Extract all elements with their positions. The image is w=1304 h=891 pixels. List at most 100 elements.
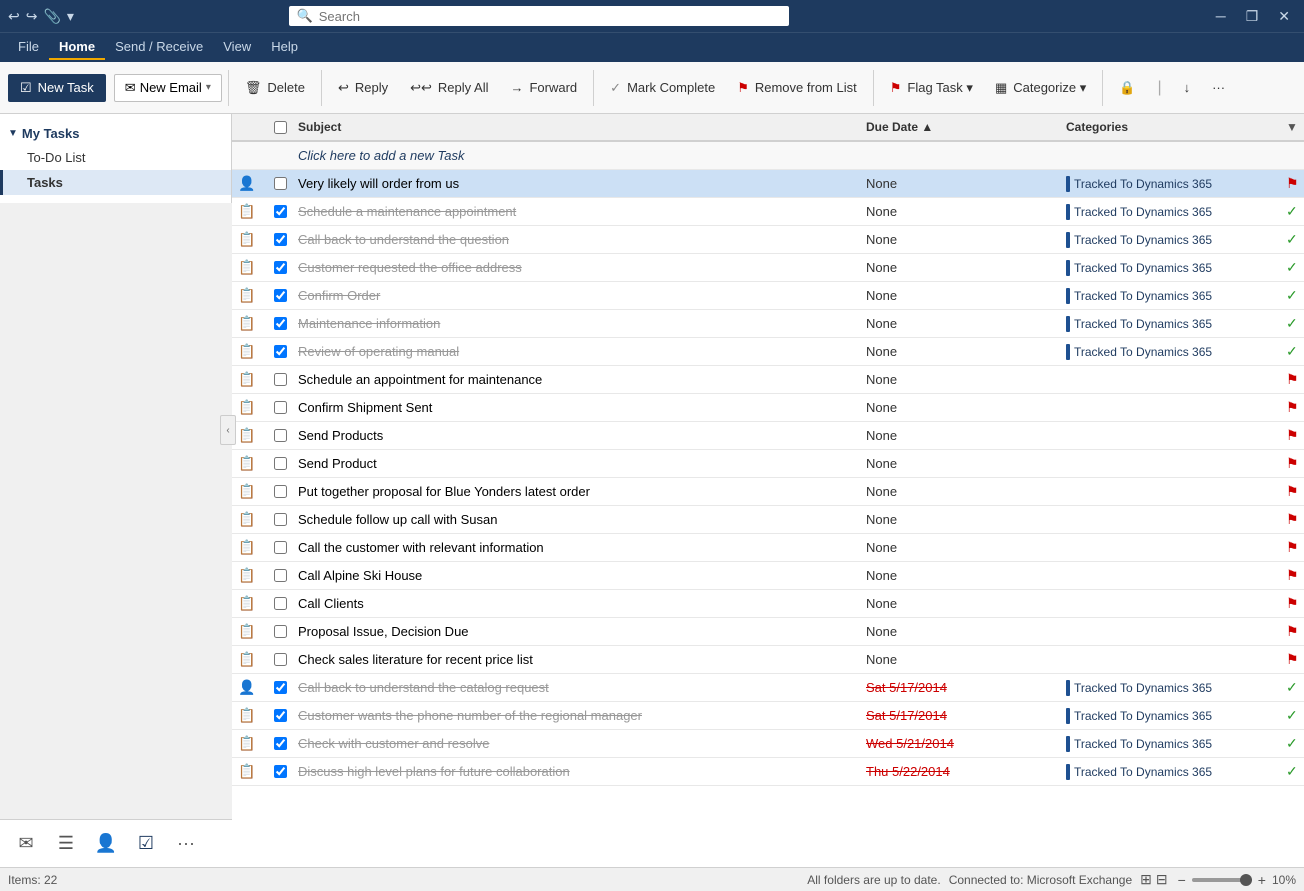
sidebar-collapse-button[interactable]: ‹ — [220, 415, 236, 445]
task-flag-cell[interactable]: ⚑ — [1280, 172, 1304, 195]
header-categories-col[interactable]: Categories — [1060, 118, 1280, 136]
task-flag-cell[interactable]: ✓ — [1280, 256, 1304, 279]
add-new-task-row[interactable]: Click here to add a new Task — [232, 142, 1304, 170]
task-checkbox[interactable] — [274, 569, 287, 582]
task-checkbox[interactable] — [274, 345, 287, 358]
task-row[interactable]: 📋Review of operating manualNoneTracked T… — [232, 338, 1304, 366]
new-task-button[interactable]: ☑ New Task — [8, 74, 106, 102]
task-row[interactable]: 📋Proposal Issue, Decision DueNone⚑ — [232, 618, 1304, 646]
restore-icon[interactable]: ❐ — [1240, 6, 1265, 27]
sidebar-item-tasks[interactable]: Tasks — [0, 170, 231, 195]
lock-button[interactable]: 🔒 — [1109, 74, 1145, 102]
task-checkbox[interactable] — [274, 681, 287, 694]
task-flag-cell[interactable]: ⚑ — [1280, 396, 1304, 419]
task-flag-cell[interactable]: ✓ — [1280, 760, 1304, 783]
task-checkbox[interactable] — [274, 625, 287, 638]
sidebar-item-todo[interactable]: To-Do List — [0, 145, 231, 170]
zoom-slider[interactable] — [1192, 878, 1252, 882]
task-row[interactable]: 📋Check sales literature for recent price… — [232, 646, 1304, 674]
task-flag-cell[interactable]: ⚑ — [1280, 648, 1304, 671]
task-row[interactable]: 📋Send ProductsNone⚑ — [232, 422, 1304, 450]
task-flag-cell[interactable]: ✓ — [1280, 340, 1304, 363]
task-checkbox[interactable] — [274, 401, 287, 414]
task-checkbox[interactable] — [274, 653, 287, 666]
header-filter-col[interactable]: ▼ — [1280, 118, 1304, 136]
task-flag-cell[interactable]: ⚑ — [1280, 508, 1304, 531]
tasks-nav-icon[interactable]: ☑ — [128, 826, 164, 862]
task-checkbox[interactable] — [274, 261, 287, 274]
task-flag-cell[interactable]: ✓ — [1280, 732, 1304, 755]
reply-button[interactable]: ↩ Reply — [328, 74, 398, 102]
header-due-col[interactable]: Due Date ▲ — [860, 118, 1060, 136]
minimize-icon[interactable]: ─ — [1210, 6, 1232, 27]
task-checkbox[interactable] — [274, 429, 287, 442]
task-checkbox[interactable] — [274, 709, 287, 722]
dropdown-icon[interactable]: ▾ — [67, 8, 74, 25]
more-nav-icon[interactable]: ··· — [168, 826, 204, 862]
task-flag-cell[interactable]: ✓ — [1280, 200, 1304, 223]
filter-icon[interactable]: ▼ — [1286, 120, 1298, 134]
task-checkbox[interactable] — [274, 597, 287, 610]
task-checkbox[interactable] — [274, 737, 287, 750]
task-checkbox[interactable] — [274, 541, 287, 554]
task-row[interactable]: 📋Discuss high level plans for future col… — [232, 758, 1304, 786]
menu-item-view[interactable]: View — [213, 35, 261, 60]
task-flag-cell[interactable]: ✓ — [1280, 704, 1304, 727]
separator-button[interactable]: | — [1147, 73, 1171, 103]
mail-nav-icon[interactable]: ✉ — [8, 826, 44, 862]
task-checkbox[interactable] — [274, 765, 287, 778]
task-flag-cell[interactable]: ✓ — [1280, 284, 1304, 307]
task-checkbox[interactable] — [274, 289, 287, 302]
task-flag-cell[interactable]: ⚑ — [1280, 564, 1304, 587]
categorize-button[interactable]: ▦ Categorize ▾ — [985, 74, 1096, 102]
flag-task-button[interactable]: ⚑ Flag Task ▾ — [880, 74, 983, 102]
move-up-button[interactable]: ↓ — [1174, 74, 1201, 101]
task-row[interactable]: 📋Maintenance informationNoneTracked To D… — [232, 310, 1304, 338]
task-flag-cell[interactable]: ⚑ — [1280, 480, 1304, 503]
task-row[interactable]: 📋Call back to understand the questionNon… — [232, 226, 1304, 254]
search-bar[interactable]: 🔍 — [289, 6, 789, 26]
task-row[interactable]: 📋Call the customer with relevant informa… — [232, 534, 1304, 562]
task-flag-cell[interactable]: ✓ — [1280, 312, 1304, 335]
task-row[interactable]: 📋Customer requested the office addressNo… — [232, 254, 1304, 282]
task-checkbox[interactable] — [274, 177, 287, 190]
task-checkbox[interactable] — [274, 373, 287, 386]
grid-view-icon[interactable]: ⊟ — [1156, 871, 1168, 888]
remove-from-list-button[interactable]: ⚑ Remove from List — [727, 74, 867, 102]
task-flag-cell[interactable]: ⚑ — [1280, 368, 1304, 391]
task-row[interactable]: 📋Send ProductNone⚑ — [232, 450, 1304, 478]
task-row[interactable]: 📋Put together proposal for Blue Yonders … — [232, 478, 1304, 506]
list-view-icon[interactable]: ⊞ — [1140, 871, 1152, 888]
delete-button[interactable]: 🗑 Delete — [235, 74, 315, 102]
search-input[interactable] — [319, 9, 781, 24]
task-checkbox[interactable] — [274, 485, 287, 498]
calendar-nav-icon[interactable]: ☰ — [48, 826, 84, 862]
task-flag-cell[interactable]: ⚑ — [1280, 452, 1304, 475]
task-flag-cell[interactable]: ⚑ — [1280, 424, 1304, 447]
task-row[interactable]: 📋Check with customer and resolveWed 5/21… — [232, 730, 1304, 758]
task-row[interactable]: 📋Schedule a maintenance appointmentNoneT… — [232, 198, 1304, 226]
task-row[interactable]: 👤Very likely will order from usNoneTrack… — [232, 170, 1304, 198]
task-row[interactable]: 📋Call ClientsNone⚑ — [232, 590, 1304, 618]
task-row[interactable]: 👤Call back to understand the catalog req… — [232, 674, 1304, 702]
task-row[interactable]: 📋Customer wants the phone number of the … — [232, 702, 1304, 730]
task-flag-cell[interactable]: ⚑ — [1280, 620, 1304, 643]
task-checkbox[interactable] — [274, 513, 287, 526]
people-nav-icon[interactable]: 👤 — [88, 826, 124, 862]
menu-item-home[interactable]: Home — [49, 35, 105, 60]
menu-item-file[interactable]: File — [8, 35, 49, 60]
task-row[interactable]: 📋Schedule follow up call with SusanNone⚑ — [232, 506, 1304, 534]
zoom-in-btn[interactable]: + — [1256, 872, 1268, 888]
forward-button[interactable]: → Forward — [500, 74, 587, 101]
more-button[interactable]: ··· — [1202, 74, 1235, 101]
my-tasks-group[interactable]: ▼ My Tasks — [0, 122, 231, 145]
attach-icon[interactable]: 📎 — [43, 8, 60, 25]
task-row[interactable]: 📋Confirm OrderNoneTracked To Dynamics 36… — [232, 282, 1304, 310]
redo-icon[interactable]: ↪ — [26, 8, 38, 25]
reply-all-button[interactable]: ↩↩ Reply All — [400, 74, 498, 102]
new-email-button[interactable]: ✉ New Email ▾ — [114, 74, 222, 102]
task-checkbox[interactable] — [274, 317, 287, 330]
task-checkbox[interactable] — [274, 205, 287, 218]
menu-item-send-receive[interactable]: Send / Receive — [105, 35, 213, 60]
header-subject-col[interactable]: Subject — [292, 118, 860, 136]
